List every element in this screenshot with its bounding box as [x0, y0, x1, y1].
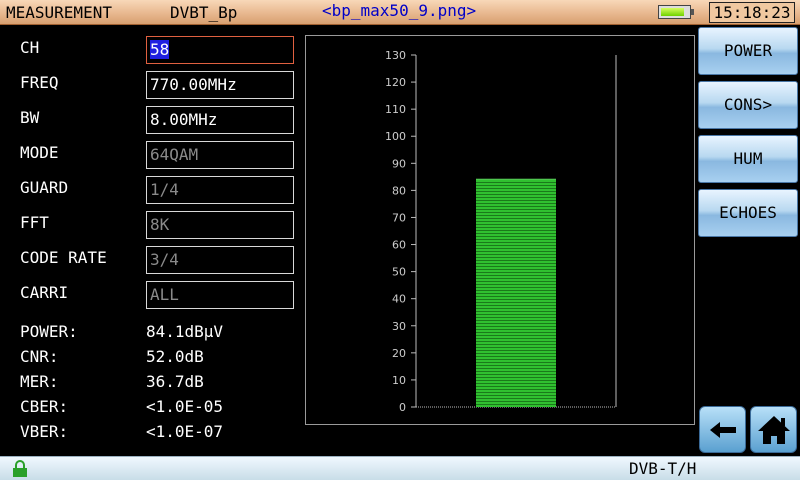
lock-icon [13, 460, 27, 477]
screen-title: MEASUREMENT [6, 3, 112, 22]
echoes-button[interactable]: ECHOES [698, 189, 798, 237]
y-tick-label: 70 [392, 211, 406, 224]
y-tick-label: 80 [392, 184, 406, 197]
frequency-field[interactable]: 770.00MHz [146, 71, 294, 99]
bandwidth-field[interactable]: 8.00MHz [146, 106, 294, 134]
channel-field[interactable]: 58 [146, 36, 294, 64]
cnr-label: CNR: [20, 347, 59, 366]
power-bar-chart: 0 10 20 30 40 50 60 70 80 90 100 110 120 130 [305, 35, 695, 425]
power-value: 84.1dBµV [146, 322, 224, 341]
header-bar: MEASUREMENT DVBT_Bp <bp_max50_9.png> 15:… [0, 0, 800, 25]
clock: 15:18:23 [709, 2, 795, 23]
power-level-bar [476, 179, 556, 407]
y-tick-label: 130 [385, 49, 406, 62]
mode-field: 64QAM [146, 141, 294, 169]
carrier-field: ALL [146, 281, 294, 309]
home-button[interactable] [750, 406, 797, 453]
mode-indicator: DVB-T/H [629, 459, 697, 478]
standard-label: DVBT_Bp [170, 3, 238, 22]
param-label-ch: CH [20, 38, 40, 57]
back-button[interactable] [699, 406, 746, 453]
y-tick-label: 110 [385, 103, 406, 116]
guard-field: 1/4 [146, 176, 294, 204]
y-tick-label: 40 [392, 293, 406, 306]
param-label-carri: CARRI [20, 283, 69, 302]
param-label-fft: FFT [20, 213, 49, 232]
vber-value: <1.0E-07 [146, 422, 224, 441]
cber-value: <1.0E-05 [146, 397, 224, 416]
status-bar: DVB-T/H [0, 456, 800, 480]
screenshot-filename: <bp_max50_9.png> [322, 1, 477, 20]
hum-button[interactable]: HUM [698, 135, 798, 183]
param-label-code-rate: CODE RATE [20, 248, 107, 267]
y-tick-label: 0 [399, 401, 406, 414]
chart-canvas: 0 10 20 30 40 50 60 70 80 90 100 110 120 130 [385, 49, 617, 414]
y-tick-label: 20 [392, 347, 406, 360]
y-tick-label: 60 [392, 239, 406, 252]
y-tick-label: 10 [392, 374, 406, 387]
channel-value: 58 [150, 40, 170, 59]
param-label-freq: FREQ [20, 73, 59, 92]
back-arrow-icon [710, 422, 736, 438]
fft-field: 8K [146, 211, 294, 239]
param-label-bw: BW [20, 108, 40, 127]
mer-value: 36.7dB [146, 372, 204, 391]
y-tick-label: 50 [392, 266, 406, 279]
cnr-value: 52.0dB [146, 347, 204, 366]
power-button[interactable]: POWER [698, 27, 798, 75]
y-tick-label: 100 [385, 130, 406, 143]
cber-label: CBER: [20, 397, 69, 416]
power-label: POWER: [20, 322, 78, 341]
code-rate-field: 3/4 [146, 246, 294, 274]
constellation-button[interactable]: CONS> [698, 81, 798, 129]
y-tick-label: 90 [392, 157, 406, 170]
battery-icon [658, 5, 694, 19]
param-label-guard: GUARD [20, 178, 69, 197]
vber-label: VBER: [20, 422, 69, 441]
y-tick-label: 120 [385, 76, 406, 89]
param-label-mode: MODE [20, 143, 59, 162]
y-tick-label: 30 [392, 320, 406, 333]
home-icon [758, 416, 790, 444]
mer-label: MER: [20, 372, 59, 391]
